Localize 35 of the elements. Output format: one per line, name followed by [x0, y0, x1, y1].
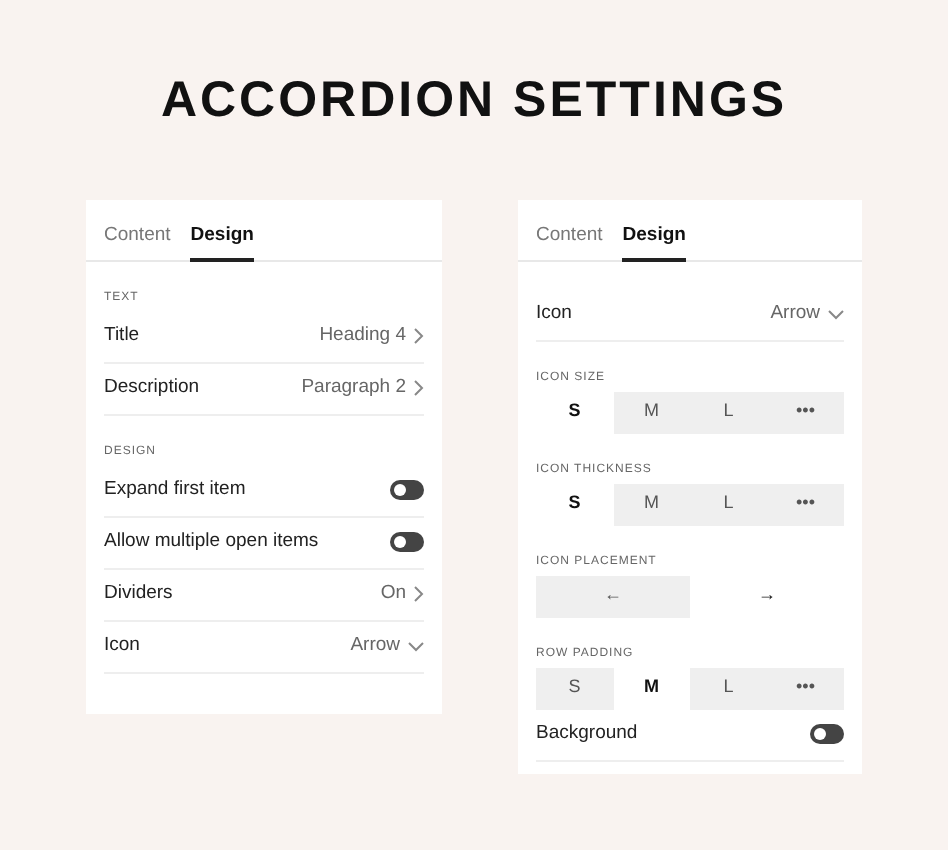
setting-value[interactable]: On [380, 579, 406, 609]
setting-label: Description [104, 373, 200, 402]
setting-value[interactable]: Heading 4 [319, 321, 406, 351]
segment-option[interactable]: ••• [767, 391, 844, 433]
segment-option[interactable]: M [613, 391, 690, 433]
segment-option[interactable]: → [690, 575, 844, 617]
segment-option[interactable]: S [536, 483, 613, 525]
tab[interactable]: Design [622, 199, 686, 261]
segment-option[interactable]: M [613, 483, 690, 525]
setting-label: Background [536, 719, 638, 748]
segment-option[interactable]: L [690, 483, 767, 525]
segment-option[interactable]: L [690, 391, 767, 433]
setting-value[interactable]: Arrow [770, 299, 820, 329]
setting-label: Icon [536, 299, 572, 328]
setting-label: Title [104, 321, 140, 350]
setting-label: Icon [104, 631, 140, 660]
setting-label: Allow multiple open items [104, 527, 319, 556]
toggle-switch[interactable] [390, 480, 424, 500]
segment-option[interactable]: ••• [767, 483, 844, 525]
tab[interactable]: Content [104, 199, 171, 261]
tab[interactable]: Content [536, 199, 603, 261]
tab[interactable]: Design [190, 199, 254, 261]
segment-option[interactable]: S [536, 667, 613, 709]
segment-option[interactable]: L [690, 667, 767, 709]
segment-option[interactable]: S [536, 391, 613, 433]
toggle-switch[interactable] [810, 724, 844, 744]
setting-label: Expand first item [104, 475, 246, 504]
setting-label: Dividers [104, 579, 173, 608]
toggle-switch[interactable] [390, 532, 424, 552]
segment-option[interactable]: ← [536, 575, 690, 617]
setting-value[interactable]: Paragraph 2 [301, 373, 406, 403]
segment-option[interactable]: ••• [767, 667, 844, 709]
setting-value[interactable]: Arrow [350, 631, 400, 661]
segment-option[interactable]: M [613, 667, 690, 709]
page-title: ACCORDION SETTINGS [158, 70, 790, 132]
